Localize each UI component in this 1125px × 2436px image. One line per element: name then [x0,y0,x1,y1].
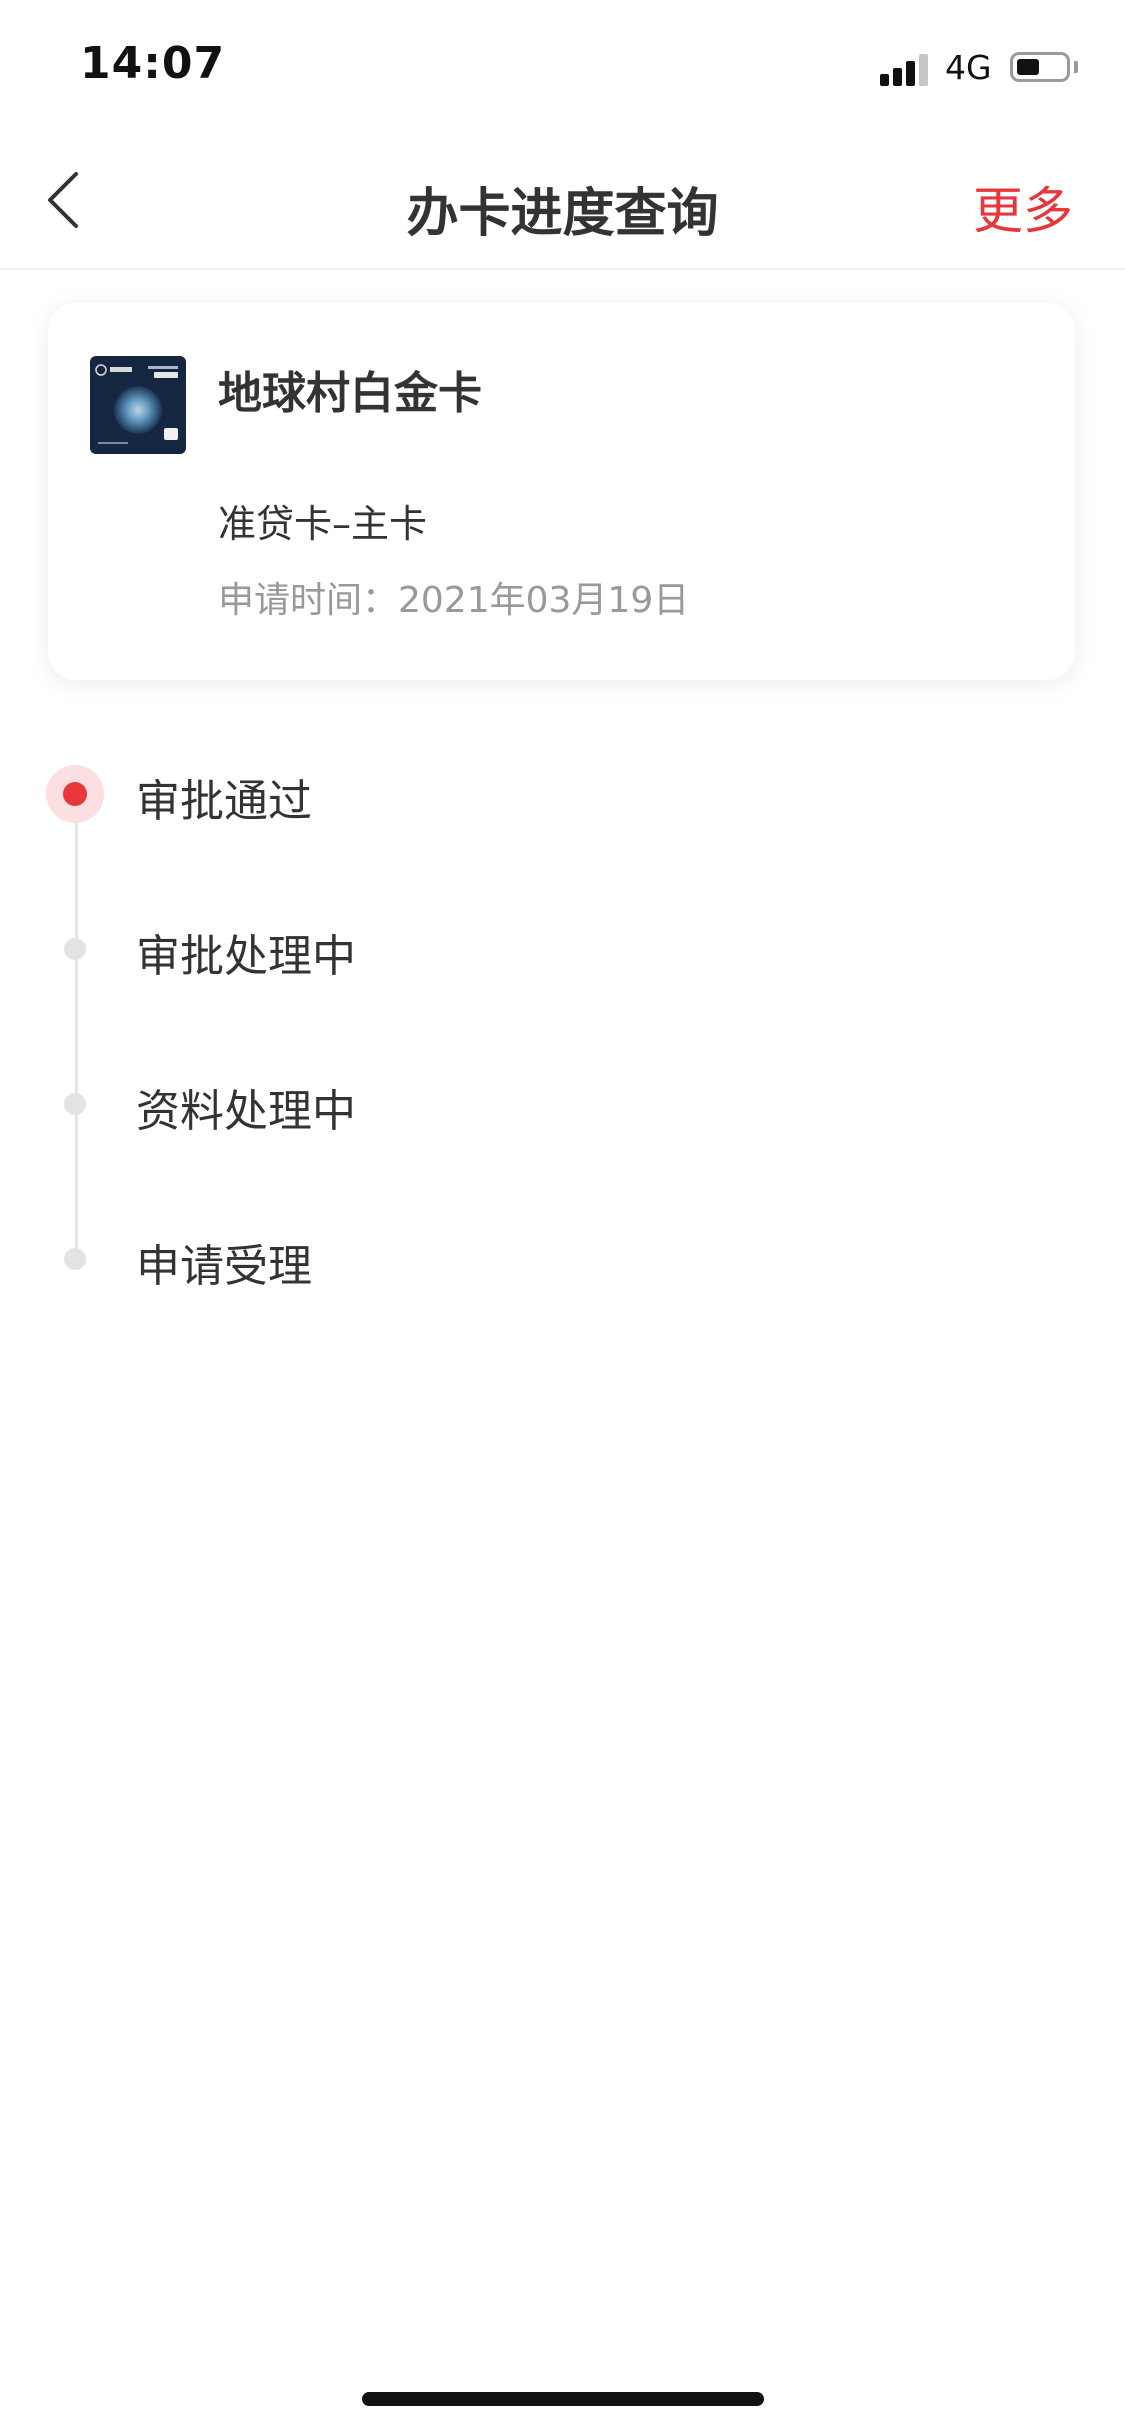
battery-icon [1010,52,1070,82]
dot-icon [46,1075,106,1135]
network-type: 4G [945,48,992,87]
page-title: 办卡进度查询 [406,184,719,244]
nav-bar: 办卡进度查询 更多 [0,135,1125,270]
card-name: 地球村白金卡 [218,368,482,419]
apply-date: 申请时间：2021年03月19日 [218,580,690,621]
timeline-step-label: 申请受理 [136,1241,312,1292]
dot-icon [46,920,106,980]
dot-icon [46,1230,106,1290]
timeline-step-approving: 审批处理中 [0,900,1125,1000]
timeline-step-label: 审批处理中 [136,931,356,982]
timeline-line [75,792,78,1262]
status-bar: 14:07 4G [0,0,1125,135]
more-button[interactable]: 更多 [973,171,1073,243]
status-time: 14:07 [80,38,226,89]
credit-card-image [90,356,186,454]
card-info-panel[interactable]: 地球村白金卡 准贷卡–主卡 申请时间：2021年03月19日 [48,303,1075,680]
signal-icon [880,52,930,86]
timeline-step-label: 资料处理中 [136,1086,356,1137]
progress-timeline: 审批通过 审批处理中 资料处理中 申请受理 [0,740,1125,1360]
timeline-step-accepted: 申请受理 [0,1210,1125,1310]
timeline-step-approved: 审批通过 [0,745,1125,845]
battery-tip [1074,61,1078,73]
home-indicator[interactable] [362,2392,764,2406]
card-type: 准贷卡–主卡 [218,502,428,546]
timeline-step-label: 审批通过 [136,776,312,827]
timeline-step-documents: 资料处理中 [0,1055,1125,1155]
active-dot-icon [46,765,106,825]
